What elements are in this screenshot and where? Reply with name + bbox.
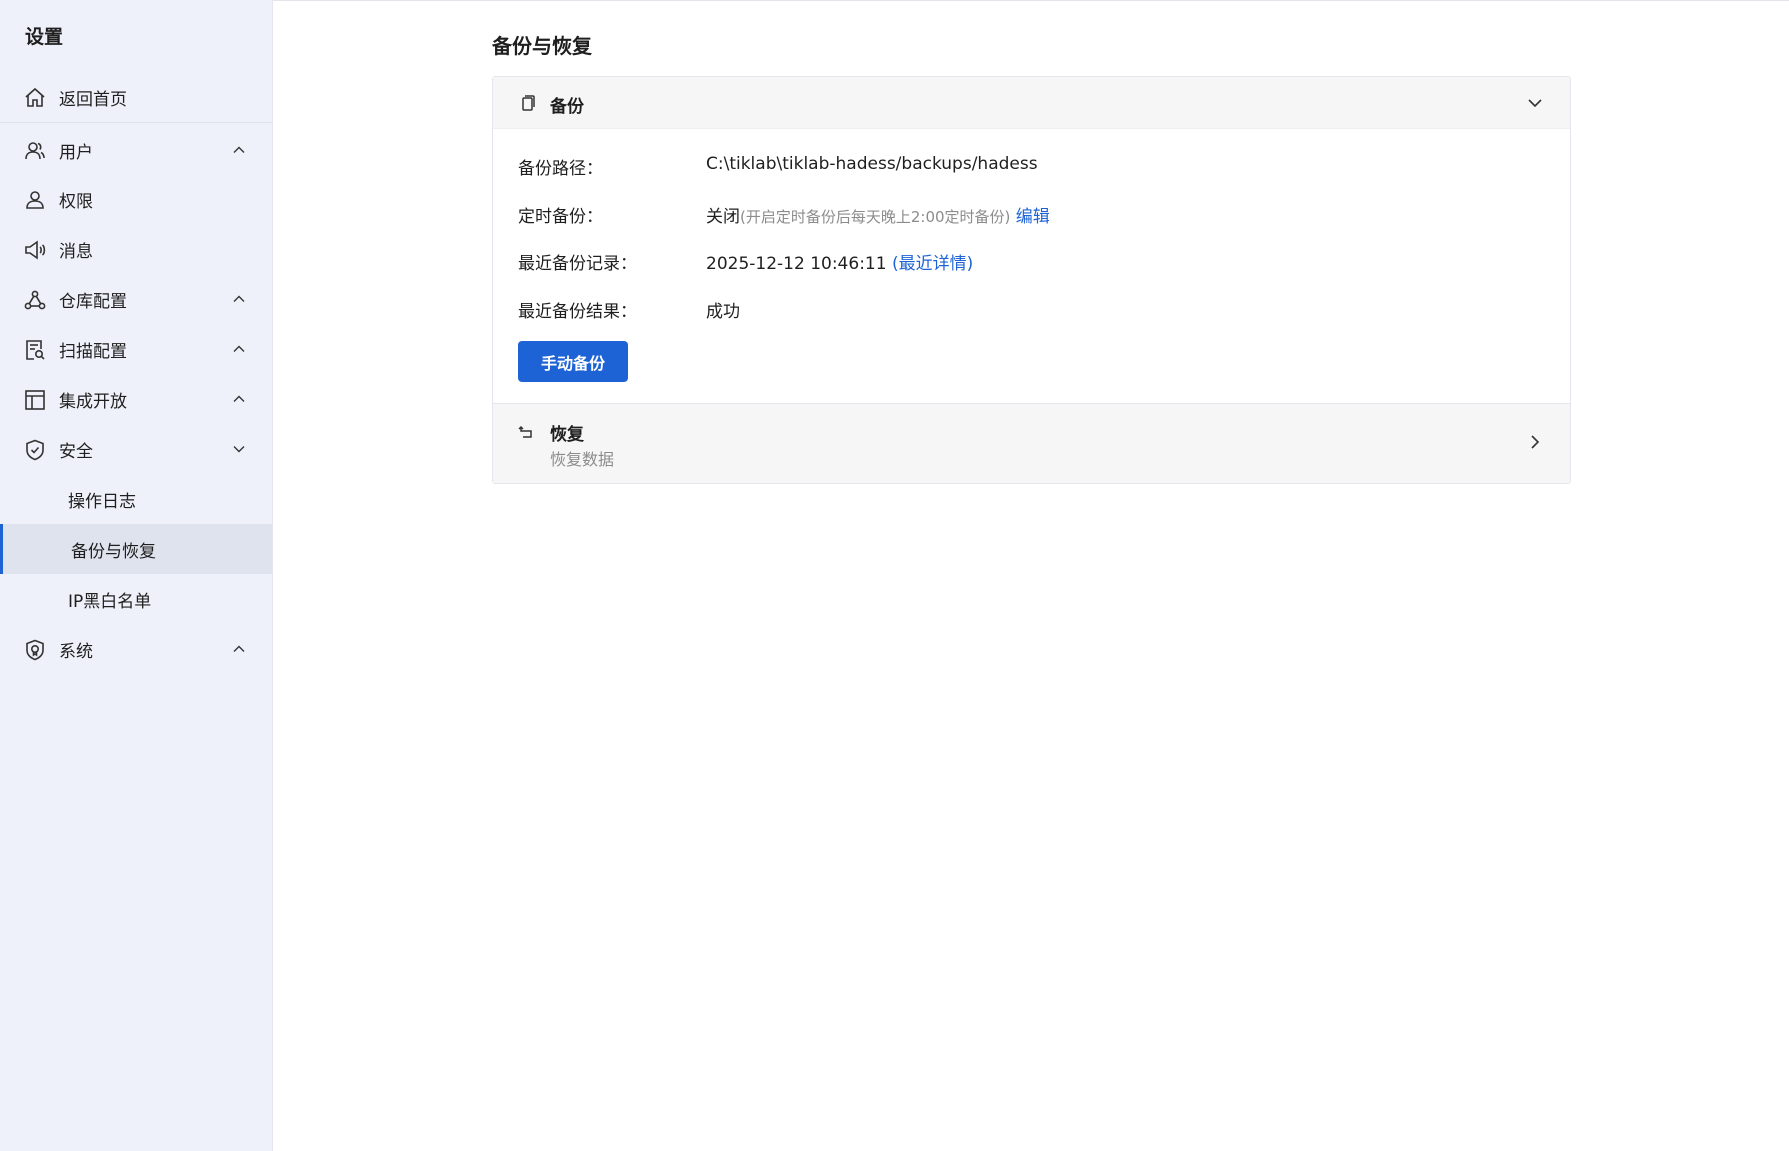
sidebar-item-label: IP黑白名单 xyxy=(68,591,152,612)
page-title: 备份与恢复 xyxy=(492,34,592,58)
sidebar-item-messages[interactable]: 消息 xyxy=(0,224,272,274)
recent-backup-time: 2025-12-12 10:46:11 xyxy=(706,254,887,274)
chevron-right-icon xyxy=(1526,433,1544,451)
manual-backup-button[interactable]: 手动备份 xyxy=(518,341,628,382)
chevron-up-icon xyxy=(232,642,246,656)
chevron-down-icon xyxy=(1526,94,1544,112)
scan-doc-icon xyxy=(23,338,47,362)
restore-panel-header[interactable]: 恢复 恢复数据 xyxy=(493,403,1570,483)
undo-icon xyxy=(517,423,535,441)
backup-path-value: C:\tiklab\tiklab-hadess/backups/hadess xyxy=(706,154,1038,174)
sidebar-item-system[interactable]: 系统 xyxy=(0,624,272,674)
chevron-up-icon xyxy=(232,292,246,306)
sidebar-item-label: 集成开放 xyxy=(59,391,127,412)
sidebar-item-label: 扫描配置 xyxy=(59,341,127,362)
sidebar-item-users[interactable]: 用户 xyxy=(0,125,272,175)
recent-backup-label: 最近备份记录： xyxy=(518,254,637,274)
sidebar-item-label: 消息 xyxy=(59,241,93,262)
copy-icon xyxy=(517,93,537,113)
sidebar-item-ip-blacklist[interactable]: IP黑白名单 xyxy=(0,574,272,624)
backup-panel-header[interactable]: 备份 xyxy=(493,77,1570,129)
sidebar-divider xyxy=(0,122,272,123)
sidebar-item-backup-restore[interactable]: 备份与恢复 xyxy=(0,524,272,574)
chevron-up-icon xyxy=(232,392,246,406)
backup-restore-card: 备份 备份路径： C:\tiklab\tiklab-hadess/backups… xyxy=(492,76,1571,484)
schedule-backup-hint: (开启定时备份后每天晚上2:00定时备份) xyxy=(740,208,1011,226)
megaphone-icon xyxy=(23,238,47,262)
sidebar-item-label: 系统 xyxy=(59,641,93,662)
sidebar-item-label: 权限 xyxy=(59,191,93,212)
sidebar-title: 设置 xyxy=(25,26,64,48)
sidebar-item-label: 仓库配置 xyxy=(59,291,127,312)
backup-panel-title: 备份 xyxy=(550,97,584,117)
sidebar-item-label: 用户 xyxy=(59,142,93,163)
sidebar-item-label: 返回首页 xyxy=(59,89,127,110)
shield-icon xyxy=(23,438,47,462)
sidebar-item-repo-config[interactable]: 仓库配置 xyxy=(0,274,272,324)
schedule-backup-value-group: 关闭(开启定时备份后每天晚上2:00定时备份) 编辑 xyxy=(706,202,1050,227)
settings-sidebar: 设置 返回首页 用户 权限 消息 仓库配置 扫描配置 集成开放 安全 操作日志 … xyxy=(0,0,273,1151)
backup-result-value: 成功 xyxy=(706,302,740,322)
restore-panel-title: 恢复 xyxy=(550,425,584,445)
sidebar-item-label: 安全 xyxy=(59,441,93,462)
sidebar-item-permissions[interactable]: 权限 xyxy=(0,174,272,224)
restore-panel-subtitle: 恢复数据 xyxy=(550,450,615,469)
nodes-icon xyxy=(23,288,47,312)
layout-icon xyxy=(23,388,47,412)
sidebar-item-operation-log[interactable]: 操作日志 xyxy=(0,474,272,524)
recent-backup-value-group: 2025-12-12 10:46:11 (最近详情) xyxy=(706,249,973,274)
backup-path-label: 备份路径： xyxy=(518,159,603,179)
recent-details-link[interactable]: (最近详情) xyxy=(892,254,973,274)
users-icon xyxy=(23,139,47,163)
backup-result-label: 最近备份结果： xyxy=(518,302,637,322)
sidebar-item-security[interactable]: 安全 xyxy=(0,424,272,474)
chevron-up-icon xyxy=(232,143,246,157)
sidebar-item-label: 备份与恢复 xyxy=(71,541,156,562)
schedule-backup-status: 关闭 xyxy=(706,207,740,227)
sidebar-item-home[interactable]: 返回首页 xyxy=(0,72,272,122)
home-icon xyxy=(23,86,47,110)
chevron-up-icon xyxy=(232,342,246,356)
sidebar-item-label: 操作日志 xyxy=(68,491,136,512)
chevron-down-icon xyxy=(232,442,246,456)
user-icon xyxy=(23,188,47,212)
certificate-shield-icon xyxy=(23,638,47,662)
schedule-backup-label: 定时备份： xyxy=(518,207,603,227)
sidebar-item-integration[interactable]: 集成开放 xyxy=(0,374,272,424)
schedule-edit-link[interactable]: 编辑 xyxy=(1016,207,1050,227)
sidebar-item-scan-config[interactable]: 扫描配置 xyxy=(0,324,272,374)
